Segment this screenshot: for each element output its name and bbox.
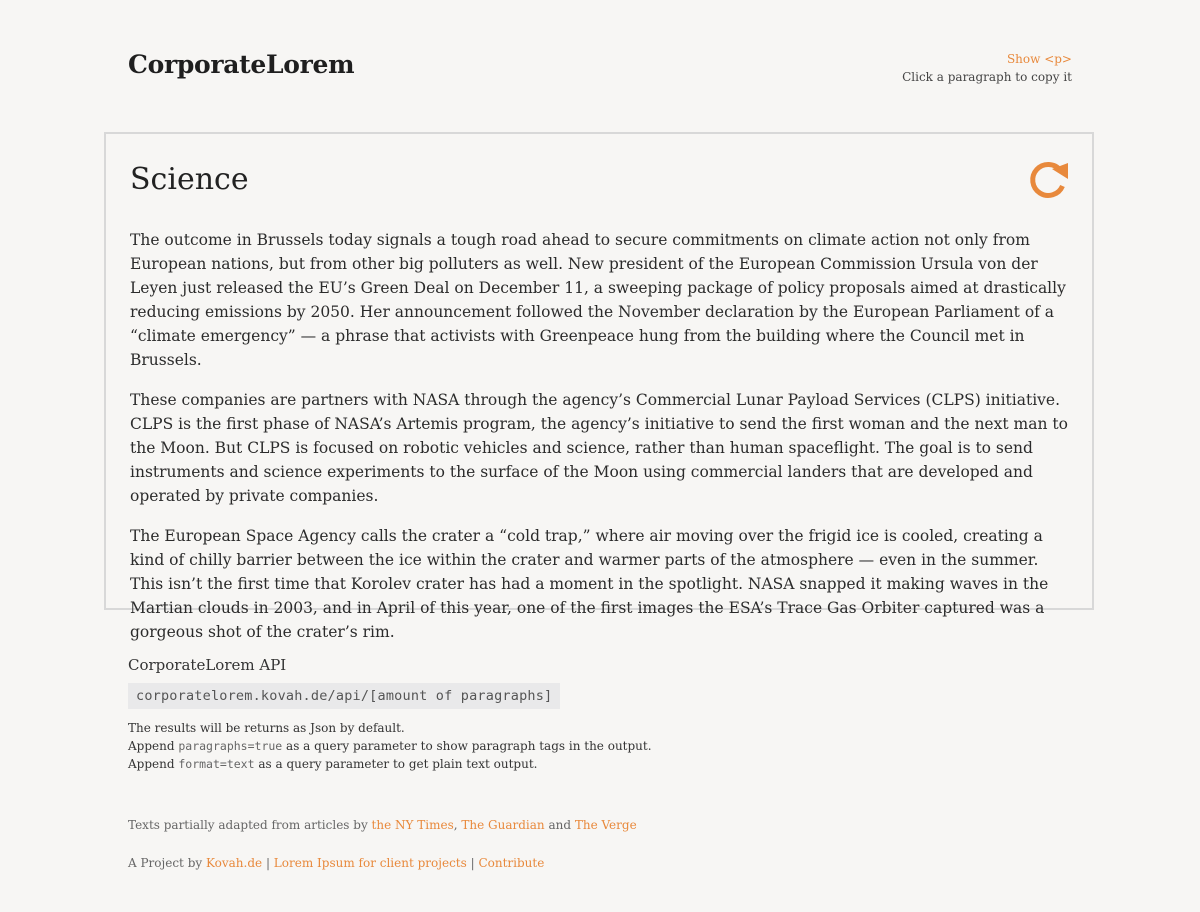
api-note: Append format=text as a query parameter … [128,755,828,773]
footer-separator: | [262,856,274,870]
footer-separator: | [466,856,479,870]
site-logo[interactable]: CorporateLorem [128,50,355,79]
kovah-link[interactable]: Kovah.de [206,856,262,870]
credits-text: Texts partially adapted from articles by [128,818,372,832]
api-title: CorporateLorem API [128,656,287,674]
footer-text: A Project by [128,856,206,870]
verge-link[interactable]: The Verge [575,818,637,832]
category-title: Science [130,162,249,197]
paragraph[interactable]: These companies are partners with NASA t… [130,388,1074,508]
paragraph[interactable]: The European Space Agency calls the crat… [130,524,1074,644]
footer: A Project by Kovah.de | Lorem Ipsum for … [128,856,544,870]
credits-separator: and [544,818,575,832]
api-url: corporatelorem.kovah.de/api/[amount of p… [128,683,561,709]
page: CorporateLorem Show <p> Click a paragrap… [0,0,1200,912]
api-note-text: as a query parameter to get plain text o… [254,757,538,771]
paragraph[interactable]: The outcome in Brussels today signals a … [130,228,1074,372]
client-projects-link[interactable]: Lorem Ipsum for client projects [274,856,467,870]
api-param-code: paragraphs=true [178,739,283,753]
api-note: The results will be returns as Json by d… [128,721,405,735]
api-param-code: format=text [178,757,255,771]
lorem-card: Science The outcome in Brussels today si… [104,132,1094,641]
refresh-icon[interactable] [1028,160,1070,202]
nytimes-link[interactable]: the NY Times [372,818,454,832]
api-note-text: Append [128,757,179,771]
copy-hint: Click a paragraph to copy it [902,70,1072,84]
header-actions: Show <p> Click a paragraph to copy it [902,50,1072,86]
credits: Texts partially adapted from articles by… [128,818,637,832]
contribute-link[interactable]: Contribute [478,856,544,870]
api-note: Append paragraphs=true as a query parame… [128,737,828,755]
api-notes: The results will be returns as Json by d… [128,719,828,773]
api-section: CorporateLorem API corporatelorem.kovah.… [128,656,828,773]
guardian-link[interactable]: The Guardian [461,818,544,832]
paragraph-list: The outcome in Brussels today signals a … [130,228,1074,660]
show-p-toggle[interactable]: Show <p> [902,50,1072,68]
api-note-text: Append [128,739,179,753]
header: CorporateLorem Show <p> Click a paragrap… [128,50,1072,90]
api-note-text: as a query parameter to show paragraph t… [282,739,652,753]
